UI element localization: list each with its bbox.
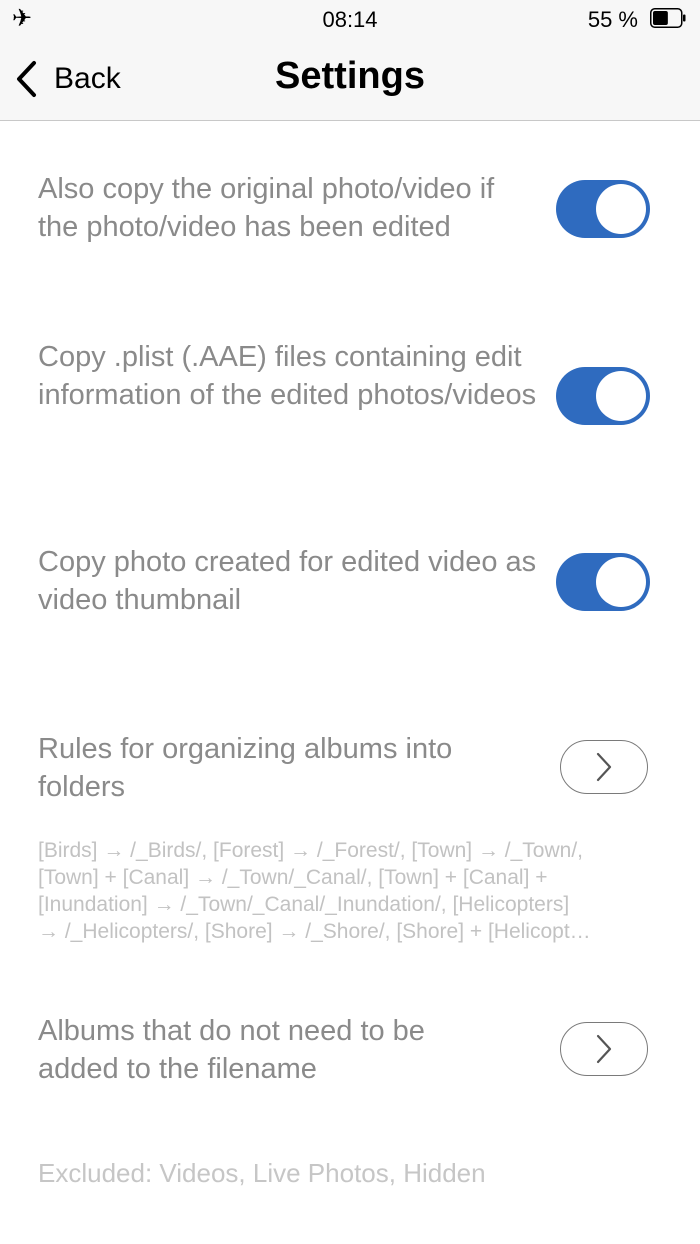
- setting-label-copy-thumbnail: Copy photo created for edited video as v…: [38, 546, 537, 616]
- battery-icon: [650, 8, 686, 28]
- toggle-copy-thumbnail[interactable]: [556, 553, 650, 611]
- battery-percent: 55 %: [587, 7, 638, 32]
- page-title: Settings: [275, 55, 425, 97]
- rules-open-button[interactable]: [560, 740, 648, 794]
- setting-row-copy-original: Also copy the original photo/video if th…: [38, 171, 658, 251]
- status-bar: ✈ 08:14 55 %: [0, 0, 700, 40]
- toggle-copy-plist[interactable]: [556, 367, 650, 425]
- toggle-knob: [596, 557, 646, 607]
- excluded-albums-summary: Excluded: Videos, Live Photos, Hidden: [38, 1158, 486, 1188]
- rules-summary: [Birds] → /_Birds/, [Forest] → /_Forest/…: [38, 837, 660, 945]
- navigation-bar: Back Settings: [0, 40, 700, 121]
- setting-label-excluded-albums: Albums that do not need to be added to t…: [38, 1015, 425, 1085]
- toggle-copy-original[interactable]: [556, 180, 650, 238]
- rules-summary-line: → /_Helicopters/, [Shore] → /_Shore/, [S…: [38, 920, 591, 943]
- setting-label-copy-original: Also copy the original photo/video if th…: [38, 173, 495, 243]
- setting-label-rules: Rules for organizing albums into folders: [38, 733, 453, 803]
- rules-summary-line: [Inundation] → /_Town/_Canal/_Inundation…: [38, 893, 570, 916]
- excluded-albums-open-button[interactable]: [560, 1022, 648, 1076]
- rules-summary-line: [Birds] → /_Birds/, [Forest] → /_Forest/…: [38, 839, 583, 862]
- setting-label-copy-plist: Copy .plist (.AAE) files containing edit…: [38, 341, 537, 411]
- setting-row-copy-plist: Copy .plist (.AAE) files containing edit…: [38, 339, 658, 455]
- setting-row-rules[interactable]: Rules for organizing albums into folders: [38, 731, 658, 811]
- chevron-right-icon: [596, 1034, 612, 1064]
- chevron-right-icon: [596, 752, 612, 782]
- toggle-knob: [596, 371, 646, 421]
- setting-row-copy-thumbnail: Copy photo created for edited video as v…: [38, 544, 658, 624]
- rules-summary-line: [Town] + [Canal] → /_Town/_Canal/, [Town…: [38, 866, 548, 889]
- setting-row-excluded-albums[interactable]: Albums that do not need to be added to t…: [38, 1013, 658, 1093]
- toggle-knob: [596, 184, 646, 234]
